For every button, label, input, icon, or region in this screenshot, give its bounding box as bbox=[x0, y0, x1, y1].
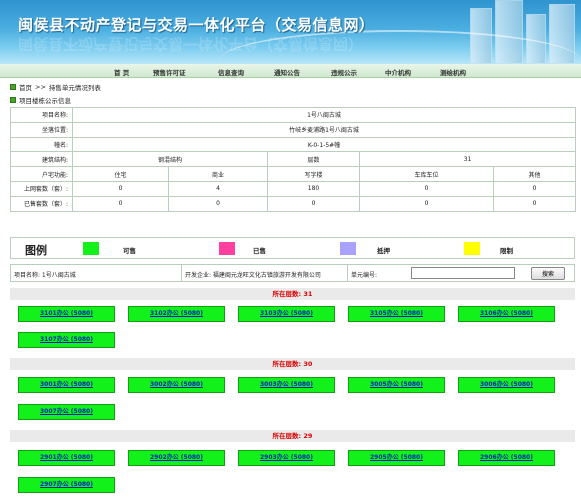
unit-button[interactable]: 3001办公 (5080) bbox=[18, 377, 115, 393]
project-name-value: 1号八闽古城 bbox=[71, 107, 577, 123]
unit-button[interactable]: 2907办公 (5080) bbox=[18, 477, 115, 493]
checkbox-icon bbox=[10, 96, 16, 103]
filter-developer-label: 开发企业: 福建闽元龙旺文化古镇旅游开发有限公司 bbox=[185, 272, 321, 279]
divider bbox=[181, 265, 182, 281]
floors-value: 31 bbox=[358, 151, 577, 168]
unit-button[interactable]: 3102办公 (5080) bbox=[128, 306, 225, 322]
nav-notices[interactable]: 通知公告 bbox=[274, 67, 300, 77]
unit-number-input[interactable] bbox=[411, 267, 515, 279]
site-header: 闽侯县不动产登记与交易一体化平台（交易信息网） 闽侯县不动产登记与交易一体化平台… bbox=[0, 0, 581, 64]
floor-header: 所在层数: 31 bbox=[10, 288, 575, 300]
site-title: 闽侯县不动产登记与交易一体化平台（交易信息网） bbox=[18, 16, 375, 34]
unit-button[interactable]: 3101办公 (5080) bbox=[18, 306, 115, 322]
divider bbox=[347, 265, 348, 281]
status-legend: 图例 可售 已售 抵押 限制 bbox=[10, 237, 575, 259]
floors-label: 层数 bbox=[267, 151, 360, 168]
unit-button[interactable]: 2902办公 (5080) bbox=[128, 450, 225, 466]
project-info-table: 项目名称: 1号八闽古城 坐落位置: 竹岐乡麦浦路1号八闽古城 幢名: K-0-… bbox=[10, 107, 577, 212]
section-title-text: 项目楼栋公示信息 bbox=[19, 96, 71, 105]
legend-title: 图例 bbox=[25, 244, 47, 257]
online-count: 0 bbox=[359, 180, 494, 197]
unit-button[interactable]: 3105办公 (5080) bbox=[348, 306, 445, 322]
online-count: 4 bbox=[168, 180, 268, 197]
floor-header: 所在层数: 30 bbox=[10, 358, 575, 370]
unit-button[interactable]: 3003办公 (5080) bbox=[238, 377, 335, 393]
building-value: K-0-1-5#幢 bbox=[71, 136, 577, 153]
online-count-label: 上网套数（套）: bbox=[10, 180, 73, 197]
legend-label-restricted: 限制 bbox=[500, 247, 513, 255]
sold-count: 0 bbox=[492, 195, 577, 212]
unit-button[interactable]: 2903办公 (5080) bbox=[238, 450, 335, 466]
usage-type: 其他 bbox=[492, 166, 577, 182]
sold-count: 0 bbox=[72, 195, 169, 212]
usage-type: 住宅 bbox=[72, 166, 169, 182]
location-value: 竹岐乡麦浦路1号八闽古城 bbox=[71, 121, 577, 138]
breadcrumb: 首页 >> 持售单元情况列表 bbox=[10, 81, 101, 92]
unit-button[interactable]: 2906办公 (5080) bbox=[458, 450, 555, 466]
building-label: 幢名: bbox=[10, 136, 73, 153]
search-button[interactable]: 搜索 bbox=[531, 267, 565, 280]
filter-unit-no-label: 单元编号: bbox=[351, 272, 378, 279]
nav-agencies[interactable]: 中介机构 bbox=[385, 67, 411, 77]
structure-value: 钢混结构 bbox=[72, 151, 268, 168]
sold-count-label: 已售套数（套）: bbox=[10, 195, 73, 212]
unit-button[interactable]: 3006办公 (5080) bbox=[458, 377, 555, 393]
sold-count: 0 bbox=[168, 195, 268, 212]
unit-button[interactable]: 3107办公 (5080) bbox=[18, 332, 115, 348]
nav-survey-agencies[interactable]: 测绘机构 bbox=[440, 67, 466, 77]
nav-info-query[interactable]: 信息查询 bbox=[218, 67, 244, 77]
sold-count: 0 bbox=[267, 195, 360, 212]
legend-label-available: 可售 bbox=[123, 247, 136, 255]
location-label: 坐落位置: bbox=[10, 121, 73, 138]
unit-search-bar: 项目名称: 1号八闽古城 开发企业: 福建闽元龙旺文化古镇旅游开发有限公司 单元… bbox=[10, 264, 575, 282]
unit-button[interactable]: 2905办公 (5080) bbox=[348, 450, 445, 466]
nav-presale-permit[interactable]: 预售许可证 bbox=[153, 67, 186, 77]
site-title-reflection: 闽侯县不动产登记与交易一体化平台（交易信息网） bbox=[18, 35, 364, 53]
filter-project-label: 项目名称: 1号八闽古城 bbox=[14, 272, 76, 279]
legend-label-sold: 已售 bbox=[253, 247, 266, 255]
unit-button[interactable]: 3103办公 (5080) bbox=[238, 306, 335, 322]
structure-label: 建筑结构: bbox=[10, 151, 73, 168]
nav-home[interactable]: 首 页 bbox=[114, 67, 129, 77]
floor-header: 所在层数: 29 bbox=[10, 430, 575, 442]
breadcrumb-separator: >> bbox=[35, 82, 46, 91]
section-title: 项目楼栋公示信息 bbox=[10, 94, 71, 105]
usage-type: 车库车位 bbox=[359, 166, 494, 182]
nav-violations[interactable]: 违规公示 bbox=[331, 67, 357, 77]
project-name-label: 项目名称: bbox=[10, 107, 73, 123]
online-count: 0 bbox=[72, 180, 169, 197]
sold-count: 0 bbox=[359, 195, 494, 212]
unit-button[interactable]: 3005办公 (5080) bbox=[348, 377, 445, 393]
usage-label: 户宅功能: bbox=[10, 166, 73, 182]
main-nav: 首 页 预售许可证 信息查询 通知公告 违规公示 中介机构 测绘机构 bbox=[0, 64, 581, 78]
unit-button[interactable]: 3002办公 (5080) bbox=[128, 377, 225, 393]
legend-swatch-mortgaged bbox=[340, 242, 356, 255]
legend-swatch-available bbox=[83, 242, 99, 255]
legend-label-mortgaged: 抵押 bbox=[377, 247, 390, 255]
checkbox-icon bbox=[10, 83, 16, 90]
breadcrumb-current: 持售单元情况列表 bbox=[48, 83, 101, 92]
unit-button[interactable]: 3106办公 (5080) bbox=[458, 306, 555, 322]
usage-type: 写字楼 bbox=[267, 166, 360, 182]
legend-swatch-sold bbox=[219, 242, 235, 255]
online-count: 0 bbox=[492, 180, 577, 197]
unit-button[interactable]: 3007办公 (5080) bbox=[18, 404, 115, 420]
legend-swatch-restricted bbox=[464, 242, 480, 255]
breadcrumb-home[interactable]: 首页 bbox=[19, 82, 32, 92]
online-count: 180 bbox=[267, 180, 360, 197]
usage-type: 商业 bbox=[168, 166, 268, 182]
unit-button[interactable]: 2901办公 (5080) bbox=[18, 450, 115, 466]
